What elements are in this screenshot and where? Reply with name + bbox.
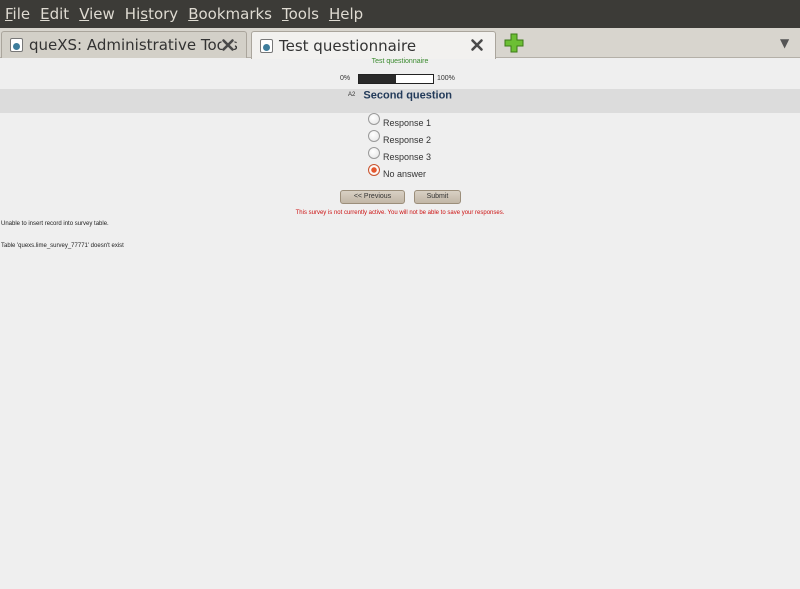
progress-max-label: 100% <box>437 75 455 82</box>
error-message: Unable to insert record into survey tabl… <box>1 221 109 227</box>
answer-option[interactable]: Response 2 <box>368 129 431 148</box>
progress-min-label: 0% <box>340 75 351 82</box>
error-message: Table 'quexs.lime_survey_77771' doesn't … <box>1 243 124 249</box>
progress-bar-row: 0% 100% <box>0 74 800 86</box>
radio-button[interactable] <box>368 129 380 142</box>
progress-bar <box>358 74 434 84</box>
chevron-down-icon[interactable]: ▼ <box>780 36 789 50</box>
plus-icon[interactable] <box>504 33 524 53</box>
question-number: A2 <box>347 92 356 98</box>
radio-button[interactable] <box>368 146 380 159</box>
progress-fill <box>359 75 396 83</box>
close-icon[interactable] <box>469 37 485 53</box>
menu-bar: File Edit View History Bookmarks Tools H… <box>0 0 800 28</box>
tab-test-questionnaire[interactable]: Test questionnaire <box>251 31 496 59</box>
page-favicon-icon <box>260 38 273 53</box>
menu-edit[interactable]: Edit <box>35 0 74 28</box>
previous-button[interactable]: << Previous <box>340 190 405 204</box>
answer-option[interactable]: Response 3 <box>368 146 431 165</box>
tab-title: queXS: Administrative Tools <box>29 36 238 54</box>
inactive-survey-warning: This survey is not currently active. You… <box>295 210 505 216</box>
question-header: A2 Second question <box>0 89 800 113</box>
radio-button[interactable] <box>368 112 380 125</box>
question-text: Second question <box>363 89 453 102</box>
answer-label[interactable]: No answer <box>383 169 426 179</box>
submit-button[interactable]: Submit <box>414 190 461 204</box>
answer-label[interactable]: Response 3 <box>383 152 431 162</box>
menu-history[interactable]: History <box>120 0 183 28</box>
answer-option[interactable]: Response 1 <box>368 112 431 131</box>
survey-title: Test questionnaire <box>371 58 429 65</box>
menu-file[interactable]: File <box>0 0 35 28</box>
answer-option[interactable]: No answer <box>368 163 431 182</box>
answer-label[interactable]: Response 1 <box>383 118 431 128</box>
tab-administrative-tools[interactable]: queXS: Administrative Tools <box>1 31 247 58</box>
page-favicon-icon <box>10 38 23 52</box>
menu-help[interactable]: Help <box>324 0 368 28</box>
menu-view[interactable]: View <box>74 0 120 28</box>
radio-button[interactable] <box>368 163 380 176</box>
menu-tools[interactable]: Tools <box>277 0 324 28</box>
tab-strip: queXS: Administrative Tools Test questio… <box>0 28 800 59</box>
menu-bookmarks[interactable]: Bookmarks <box>183 0 277 28</box>
close-icon[interactable] <box>220 37 236 53</box>
tab-title: Test questionnaire <box>279 36 417 55</box>
answer-list: Response 1 Response 2 Response 3 No answ… <box>368 112 431 182</box>
answer-label[interactable]: Response 2 <box>383 135 431 145</box>
